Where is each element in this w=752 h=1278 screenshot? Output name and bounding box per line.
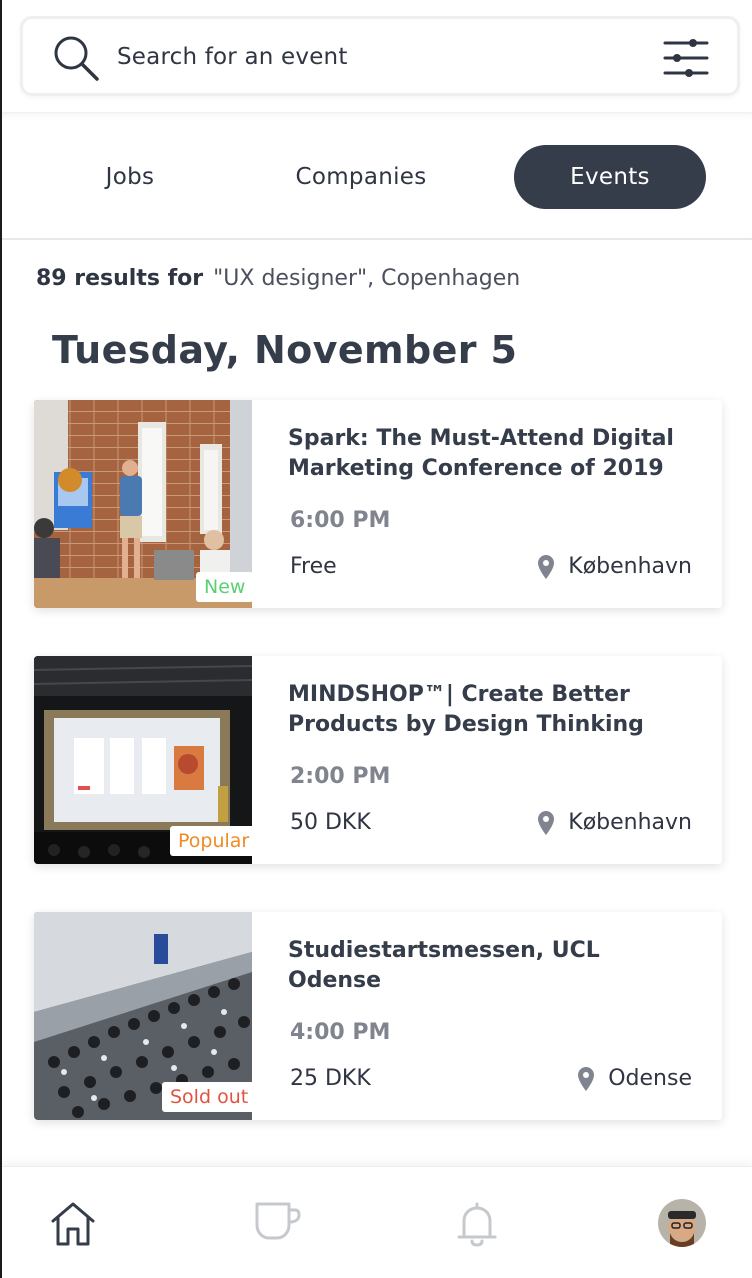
event-price: 50 DKK — [290, 810, 371, 835]
search-input[interactable]: Search for an event — [20, 16, 740, 96]
bottom-navigation — [2, 1166, 752, 1278]
search-placeholder: Search for an event — [117, 44, 348, 70]
event-price: Free — [290, 554, 337, 579]
event-location: København — [538, 810, 692, 835]
category-tabs: Jobs Companies Events — [2, 112, 752, 240]
event-card[interactable]: New Spark: The Must-Attend Digital Marke… — [34, 400, 722, 608]
event-location: Odense — [578, 1066, 692, 1091]
badge-label: Popular — [178, 830, 250, 852]
badge-label: Sold out — [170, 1086, 249, 1108]
event-time: 4:00 PM — [290, 1020, 391, 1045]
location-label: København — [568, 554, 692, 579]
home-icon[interactable] — [50, 1201, 96, 1247]
event-title[interactable]: MINDSHOP™| Create Better Products by Des… — [288, 680, 698, 740]
event-title[interactable]: Studiestartsmessen, UCL Odense — [288, 936, 698, 996]
status-badge: Sold out — [162, 1082, 257, 1112]
filter-icon[interactable] — [663, 37, 709, 79]
bell-icon[interactable] — [456, 1201, 498, 1247]
event-location: København — [538, 554, 692, 579]
tab-companies[interactable]: Companies — [256, 145, 466, 209]
event-card[interactable]: Sold out Studiestartsmessen, UCL Odense … — [34, 912, 722, 1120]
event-time: 2:00 PM — [290, 764, 391, 789]
tab-jobs[interactable]: Jobs — [50, 145, 210, 209]
coffee-cup-icon[interactable] — [254, 1201, 302, 1241]
status-badge: New — [196, 572, 254, 602]
profile-avatar[interactable] — [658, 1199, 706, 1247]
location-pin-icon — [578, 1066, 595, 1091]
location-label: København — [568, 810, 692, 835]
event-card[interactable]: Popular MINDSHOP™| Create Better Product… — [34, 656, 722, 864]
results-summary: 89 results for "UX designer", Copenhagen — [36, 266, 520, 291]
event-time: 6:00 PM — [290, 508, 391, 533]
location-pin-icon — [538, 810, 555, 835]
badge-label: New — [204, 576, 246, 598]
status-badge: Popular — [170, 826, 258, 856]
search-bar-area: Search for an event — [2, 0, 752, 112]
event-title[interactable]: Spark: The Must-Attend Digital Marketing… — [288, 424, 698, 484]
day-heading: Tuesday, November 5 — [52, 328, 518, 372]
location-pin-icon — [538, 554, 555, 579]
location-label: Odense — [608, 1066, 692, 1091]
search-icon — [54, 36, 99, 81]
results-query: "UX designer", Copenhagen — [213, 266, 521, 291]
results-count: 89 results for — [36, 266, 204, 291]
event-price: 25 DKK — [290, 1066, 371, 1091]
tab-events[interactable]: Events — [514, 145, 706, 209]
